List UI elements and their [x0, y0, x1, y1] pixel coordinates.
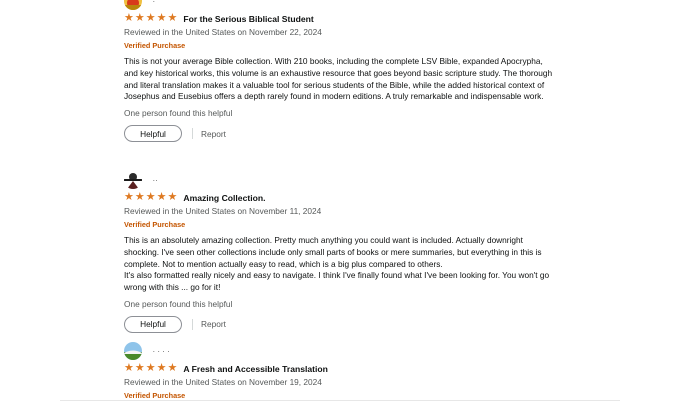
star-rating[interactable]: ★ ★ ★ ★ ★: [124, 13, 177, 24]
avatar[interactable]: [124, 0, 142, 10]
star-icon: ★: [145, 191, 156, 204]
star-icon: ★: [167, 12, 178, 25]
star-icon: ★: [167, 362, 178, 375]
helpful-button[interactable]: Helpful: [124, 125, 182, 143]
review-body: This is an absolutely amazing collection…: [124, 235, 554, 294]
review-paragraph: This is an absolutely amazing collection…: [124, 235, 542, 269]
review-date: Reviewed in the United States on Novembe…: [124, 27, 322, 38]
divider: [192, 128, 193, 140]
review-date: Reviewed in the United States on Novembe…: [124, 206, 322, 217]
star-icon: ★: [124, 12, 134, 25]
star-icon: ★: [124, 191, 134, 204]
review-date: Reviewed in the United States on Novembe…: [124, 377, 322, 388]
review-3: · · · · ★ ★ ★ ★ ★ A Fresh and Accessible…: [124, 342, 554, 400]
divider: [192, 318, 193, 330]
star-icon: ★: [134, 12, 145, 25]
review-paragraph: It's also formatted really nicely and ea…: [124, 270, 550, 293]
reviewer-profile[interactable]: ··: [124, 171, 554, 189]
verified-purchase-badge[interactable]: Verified Purchase: [124, 41, 554, 50]
star-icon: ★: [156, 191, 167, 204]
helpful-count: One person found this helpful: [124, 108, 233, 119]
star-icon: ★: [124, 362, 134, 375]
report-link[interactable]: Report: [201, 319, 226, 329]
star-icon: ★: [156, 362, 167, 375]
verified-purchase-badge[interactable]: Verified Purchase: [124, 220, 554, 229]
star-icon: ★: [134, 362, 145, 375]
avatar[interactable]: [124, 171, 142, 189]
reviewer-name[interactable]: ··: [152, 176, 157, 185]
review-title[interactable]: For the Serious Biblical Student: [183, 14, 313, 24]
verified-purchase-badge[interactable]: Verified Purchase: [124, 391, 554, 400]
review-title[interactable]: A Fresh and Accessible Translation: [183, 364, 328, 374]
review-paragraph: This is not your average Bible collectio…: [124, 56, 553, 102]
reviewer-name[interactable]: ·: [152, 0, 155, 6]
star-icon: ★: [145, 12, 156, 25]
helpful-count: One person found this helpful: [124, 298, 233, 309]
star-rating[interactable]: ★ ★ ★ ★ ★: [124, 363, 177, 374]
avatar[interactable]: [124, 342, 142, 360]
star-icon: ★: [167, 191, 178, 204]
review-body: This is not your average Bible collectio…: [124, 56, 554, 103]
review-1: · ★ ★ ★ ★ ★ For the Serious Biblical Stu…: [124, 0, 554, 143]
star-icon: ★: [145, 362, 156, 375]
star-icon: ★: [134, 191, 145, 204]
report-link[interactable]: Report: [201, 129, 226, 139]
star-rating[interactable]: ★ ★ ★ ★ ★: [124, 192, 177, 203]
divider: [60, 400, 620, 401]
review-2: ·· ★ ★ ★ ★ ★ Amazing Collection. Reviewe…: [124, 171, 554, 333]
review-title[interactable]: Amazing Collection.: [183, 193, 265, 203]
reviewer-profile[interactable]: ·: [124, 0, 554, 10]
reviewer-profile[interactable]: · · · ·: [124, 342, 554, 360]
helpful-button[interactable]: Helpful: [124, 315, 182, 333]
reviewer-name[interactable]: · · · ·: [152, 347, 169, 356]
star-icon: ★: [156, 12, 167, 25]
